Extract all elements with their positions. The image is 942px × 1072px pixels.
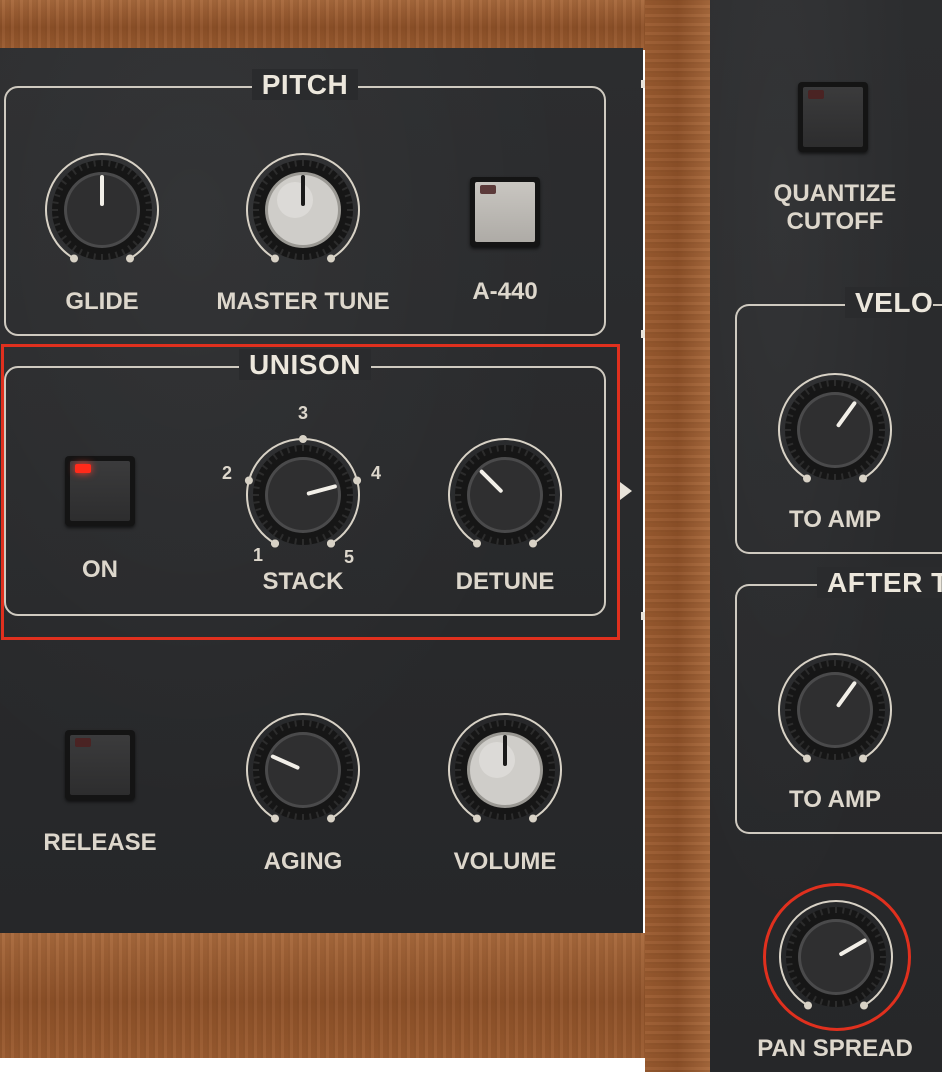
a440-label: A-440 xyxy=(472,278,538,305)
aftertouch-to-amp-knob[interactable] xyxy=(775,650,895,770)
release-led xyxy=(75,738,91,747)
aging-knob[interactable] xyxy=(243,710,363,830)
stack-knob[interactable] xyxy=(243,435,363,555)
detune-knob[interactable] xyxy=(445,435,565,555)
velocity-to-amp-label: TO AMP xyxy=(788,506,881,533)
quantize-cutoff-button[interactable] xyxy=(798,82,868,152)
aftertouch-title: AFTER T xyxy=(817,567,942,598)
stack-pos-1: 1 xyxy=(252,545,263,565)
pitch-title: PITCH xyxy=(251,69,359,100)
aftertouch-to-amp-label: TO AMP xyxy=(788,786,881,813)
volume-label: VOLUME xyxy=(453,848,557,875)
wood-top-left xyxy=(0,0,645,50)
glide-label: GLIDE xyxy=(65,288,139,315)
stack-pos-3: 3 xyxy=(297,403,308,423)
master-tune-label: MASTER TUNE xyxy=(216,288,390,315)
release-label: RELEASE xyxy=(43,829,157,856)
glide-knob[interactable] xyxy=(42,150,162,270)
velocity-title: VELO xyxy=(845,287,934,318)
master-tune-knob[interactable] xyxy=(243,150,363,270)
unison-on-button[interactable] xyxy=(65,456,135,526)
wood-divider xyxy=(645,0,710,1072)
pan-spread-label: PAN SPREAD xyxy=(757,1035,913,1062)
quantize-led xyxy=(808,90,824,99)
pan-spread-highlight xyxy=(763,883,911,1031)
volume-knob[interactable] xyxy=(445,710,565,830)
quantize-label-line2: CUTOFF xyxy=(786,208,884,235)
velocity-to-amp-knob[interactable] xyxy=(775,370,895,490)
expand-arrow-icon[interactable] xyxy=(620,482,632,500)
unison-on-label: ON xyxy=(82,556,118,583)
stack-pos-5: 5 xyxy=(343,547,354,567)
stack-pos-2: 2 xyxy=(221,463,232,483)
a440-button[interactable] xyxy=(470,177,540,247)
release-button[interactable] xyxy=(65,730,135,800)
a440-led xyxy=(480,185,496,194)
quantize-label-line1: QUANTIZE xyxy=(773,180,897,207)
aging-label: AGING xyxy=(263,848,343,875)
wood-bottom-left xyxy=(0,933,645,1058)
white-strip xyxy=(0,1058,645,1072)
stack-label: STACK xyxy=(262,568,344,595)
stack-pos-4: 4 xyxy=(370,463,381,483)
unison-on-led xyxy=(75,464,91,473)
detune-label: DETUNE xyxy=(455,568,555,595)
